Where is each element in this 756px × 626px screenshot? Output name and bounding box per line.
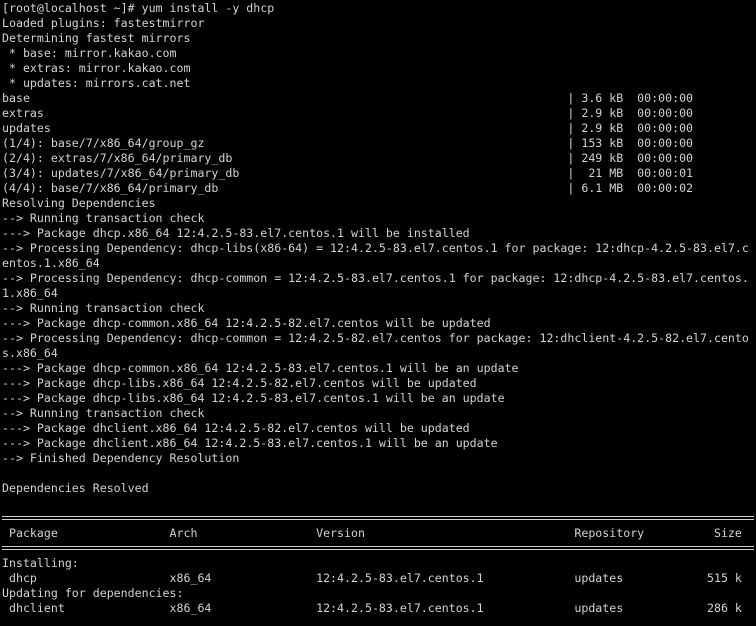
- terminal-line: ---> Package dhcp-libs.x86_64 12:4.2.5-8…: [2, 391, 505, 405]
- terminal-line: ---> Package dhclient.x86_64 12:4.2.5-82…: [2, 421, 470, 435]
- terminal-output: [root@localhost ~]# yum install -y dhcp L…: [2, 1, 756, 511]
- terminal-window[interactable]: [root@localhost ~]# yum install -y dhcp L…: [0, 0, 756, 626]
- terminal-line: ---> Package dhclient.x86_64 12:4.2.5-83…: [2, 436, 498, 450]
- terminal-line: (2/4): extras/7/x86_64/primary_db | 249 …: [2, 151, 694, 165]
- terminal-line: Determining fastest mirrors: [2, 31, 191, 45]
- terminal-line: updates | 2.9 kB 00:00:00: [2, 121, 694, 135]
- terminal-line: --> Processing Dependency: dhcp-common =…: [2, 271, 749, 285]
- terminal-line: --> Running transaction check: [2, 211, 205, 225]
- terminal-line: ---> Package dhcp-libs.x86_64 12:4.2.5-8…: [2, 376, 477, 390]
- terminal-line: Resolving Dependencies: [2, 196, 156, 210]
- terminal-line: Loaded plugins: fastestmirror: [2, 16, 205, 30]
- terminal-line: (1/4): base/7/x86_64/group_gz | 153 kB 0…: [2, 136, 694, 150]
- terminal-line: * base: mirror.kakao.com: [2, 46, 177, 60]
- table-row: dhclient x86_64 12:4.2.5-83.el7.centos.1…: [2, 601, 742, 615]
- terminal-line: extras | 2.9 kB 00:00:00: [2, 106, 694, 120]
- installing-label: Installing:: [2, 556, 79, 570]
- command-prompt-line: [root@localhost ~]# yum install -y dhcp: [2, 1, 275, 15]
- terminal-line: (3/4): updates/7/x86_64/primary_db | 21 …: [2, 166, 694, 180]
- terminal-line: ---> Package dhcp.x86_64 12:4.2.5-83.el7…: [2, 226, 470, 240]
- terminal-line: --> Running transaction check: [2, 406, 205, 420]
- table-header: Package Arch Version Repository Size: [2, 526, 742, 540]
- terminal-line: --> Processing Dependency: dhcp-libs(x86…: [2, 241, 749, 255]
- terminal-line: --> Finished Dependency Resolution: [2, 451, 240, 465]
- table-row: dhcp x86_64 12:4.2.5-83.el7.centos.1 upd…: [2, 571, 742, 585]
- terminal-line: entos.1.x86_64: [2, 256, 100, 270]
- terminal-line: --> Processing Dependency: dhcp-common =…: [2, 331, 749, 345]
- terminal-line: ---> Package dhcp-common.x86_64 12:4.2.5…: [2, 361, 519, 375]
- terminal-line: * updates: mirrors.cat.net: [2, 76, 191, 90]
- terminal-line: 1.x86_64: [2, 286, 58, 300]
- terminal-line: --> Running transaction check: [2, 301, 205, 315]
- terminal-line: Dependencies Resolved: [2, 481, 149, 495]
- deps-label: Updating for dependencies:: [2, 586, 184, 600]
- terminal-line: ---> Package dhcp-common.x86_64 12:4.2.5…: [2, 316, 491, 330]
- terminal-line: base | 3.6 kB 00:00:00: [2, 91, 694, 105]
- terminal-line: * extras: mirror.kakao.com: [2, 61, 191, 75]
- table-separator-top: [2, 511, 756, 526]
- terminal-line: (4/4): base/7/x86_64/primary_db | 6.1 MB…: [2, 181, 694, 195]
- table-separator-header: [2, 541, 756, 556]
- terminal-line: s.x86_64: [2, 346, 58, 360]
